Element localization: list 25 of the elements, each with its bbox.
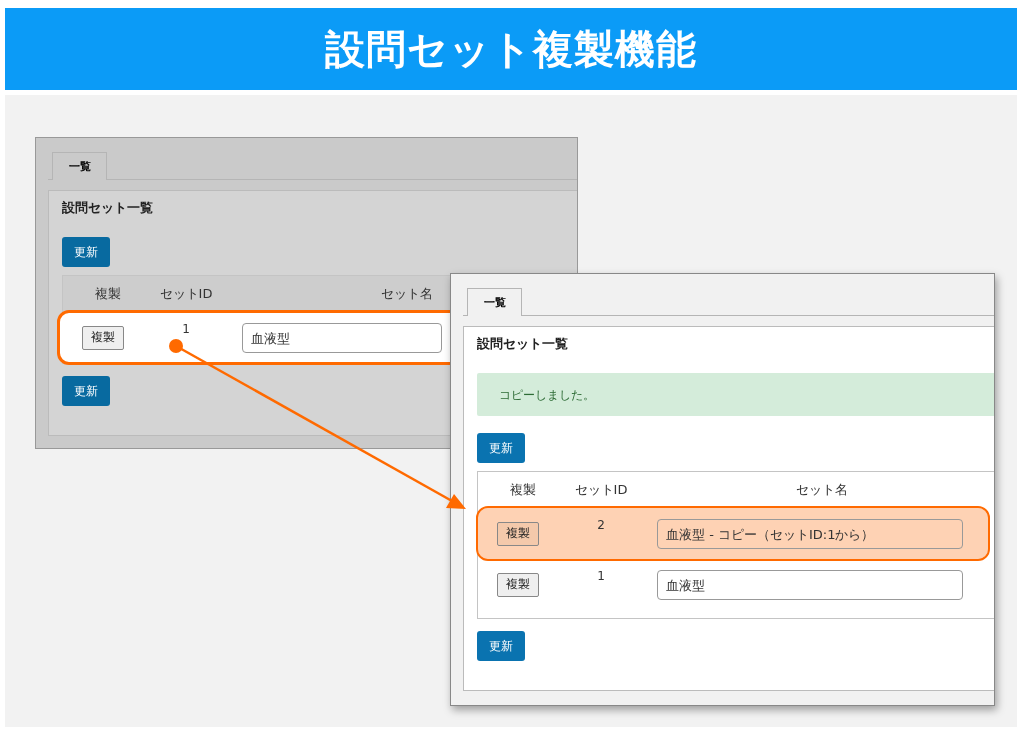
update-button[interactable]: 更新 — [477, 631, 525, 661]
column-header: セット名 — [381, 285, 433, 303]
column-header: セットID — [574, 481, 628, 499]
duplicate-button[interactable]: 複製 — [497, 572, 539, 597]
duplicate-button[interactable]: 複製 — [82, 325, 124, 350]
banner-title: 設問セット複製機能 — [325, 24, 697, 74]
column-header: セット名 — [796, 481, 848, 499]
column-header: 複製 — [510, 481, 536, 499]
set-id-cell-text: 2 — [596, 518, 606, 532]
set-id-cell-text: 1 — [181, 322, 191, 336]
update-button[interactable]: 更新 — [62, 376, 110, 406]
update-button[interactable]: 更新 — [62, 237, 110, 267]
set-name-field[interactable]: 血液型 — [657, 569, 963, 600]
set-name-field[interactable]: 血液型 — [242, 322, 442, 353]
column-header: セットID — [159, 285, 213, 303]
section-heading: 設問セット一覧 — [477, 335, 568, 353]
section-heading: 設問セット一覧 — [62, 199, 153, 217]
duplicate-button[interactable]: 複製 — [497, 521, 539, 546]
tab[interactable]: 一覧 — [467, 288, 522, 316]
set-id-cell-text: 1 — [596, 569, 606, 583]
update-button[interactable]: 更新 — [477, 433, 525, 463]
success-notice: コピーしました。 — [477, 373, 994, 416]
set-name-field[interactable]: 血液型 - コピー（セットID:1から） — [657, 518, 963, 549]
column-header: 複製 — [95, 285, 121, 303]
tab[interactable]: 一覧 — [52, 152, 107, 180]
